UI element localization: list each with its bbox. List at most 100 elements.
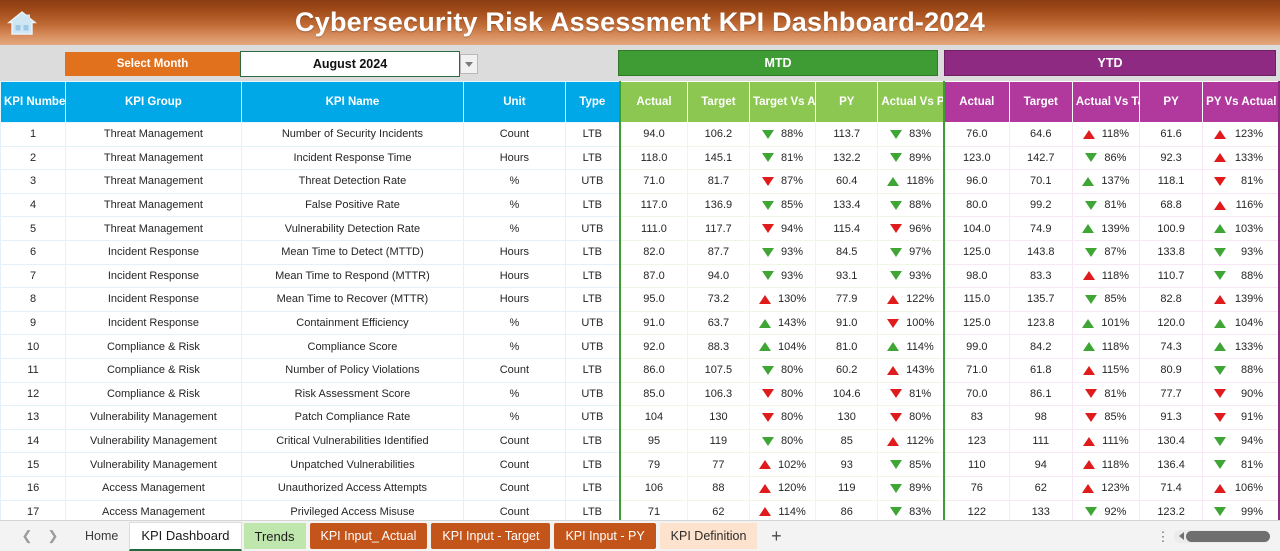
cell-ytd-target: 135.7: [1008, 287, 1073, 312]
cell-mtd-target-vs-actual: 94%: [748, 216, 817, 241]
scroll-left-cap: [1179, 532, 1184, 540]
cell-ytd-py-vs-actual: 104%: [1202, 310, 1280, 336]
col-ytd-py-vs-actual[interactable]: PY Vs Actual: [1202, 81, 1280, 123]
cell-mtd-target-vs-actual: 130%: [748, 287, 817, 312]
cell-ytd-actual: 104.0: [942, 216, 1010, 241]
add-sheet-button[interactable]: +: [759, 526, 793, 547]
variance-value: 85%: [781, 199, 804, 212]
cell-unit: %: [463, 381, 566, 407]
cell-mtd-actual-vs-py: 88%: [877, 192, 945, 218]
triangle-down-icon: [1214, 247, 1227, 257]
home-button[interactable]: [0, 0, 44, 45]
col-kpi-group[interactable]: KPI Group: [65, 81, 242, 123]
triangle-down-icon: [1085, 412, 1098, 422]
triangle-down-icon: [762, 247, 775, 257]
triangle-up-icon: [759, 342, 771, 352]
cell-mtd-actual: 92.0: [619, 334, 688, 359]
cell-mtd-py: 84.5: [815, 239, 879, 265]
variance-value: 143%: [906, 364, 935, 377]
cell-mtd-py: 77.9: [815, 287, 879, 312]
col-mtd-actual-vs-py[interactable]: Actual Vs PY: [877, 81, 945, 123]
triangle-up-icon: [887, 294, 900, 304]
cell-kpi-group: Vulnerability Management: [65, 405, 242, 430]
scrollbar-thumb[interactable]: [1186, 530, 1270, 542]
cell-ytd-py: 100.9: [1138, 216, 1204, 241]
variance-value: 99%: [1240, 505, 1263, 518]
col-unit[interactable]: Unit: [463, 81, 566, 123]
col-ytd-actual-vs-target[interactable]: Actual Vs Target: [1071, 81, 1141, 123]
variance-value: 90%: [1240, 387, 1263, 400]
month-dropdown-button[interactable]: [460, 54, 478, 74]
col-ytd-actual[interactable]: Actual: [942, 81, 1010, 123]
variance-value: 93%: [781, 269, 804, 282]
cell-ytd-actual: 99.0: [942, 334, 1010, 359]
col-kpi-name[interactable]: KPI Name: [240, 81, 465, 123]
cell-kpi-name: Number of Security Incidents: [240, 122, 465, 147]
cell-ytd-target: 143.8: [1008, 239, 1073, 265]
triangle-up-icon: [887, 342, 900, 352]
cell-kpi-number: 15: [0, 452, 67, 477]
cell-type: LTB: [564, 192, 621, 218]
col-mtd-target-vs-actual[interactable]: Target Vs Actual: [748, 81, 817, 123]
sheet-tab-kpi-input-actual[interactable]: KPI Input_ Actual: [309, 523, 428, 549]
col-ytd-py[interactable]: PY: [1138, 81, 1204, 123]
variance-value: 81%: [909, 387, 932, 400]
cell-ytd-actual-vs-target: 86%: [1071, 145, 1141, 171]
cell-mtd-target: 106.2: [686, 122, 750, 147]
col-mtd-actual[interactable]: Actual: [619, 81, 688, 123]
cell-kpi-number: 4: [0, 192, 67, 218]
cell-type: UTB: [564, 405, 621, 430]
triangle-down-icon: [762, 129, 775, 139]
sheet-tab-kpi-dashboard[interactable]: KPI Dashboard: [129, 521, 242, 551]
triangle-up-icon: [1082, 342, 1095, 352]
sheet-tab-home[interactable]: Home: [74, 523, 129, 549]
cell-ytd-actual-vs-target: 81%: [1071, 192, 1141, 218]
prev-sheet-button[interactable]: ❮: [14, 525, 40, 547]
variance-value: 102%: [778, 458, 807, 471]
horizontal-scrollbar[interactable]: [1174, 529, 1270, 543]
page-title: Cybersecurity Risk Assessment KPI Dashbo…: [295, 7, 985, 37]
triangle-up-icon: [759, 483, 771, 493]
col-mtd-target[interactable]: Target: [686, 81, 750, 123]
triangle-up-icon: [887, 176, 900, 186]
sheet-tab-kpi-input-target[interactable]: KPI Input - Target: [431, 523, 551, 549]
cell-ytd-actual-vs-target: 118%: [1071, 122, 1141, 147]
sheet-tabs: Home KPI Dashboard Trends KPI Input_ Actual…: [74, 521, 759, 551]
triangle-down-icon: [890, 271, 903, 281]
cell-kpi-group: Access Management: [65, 475, 242, 501]
cell-mtd-actual: 87.0: [619, 263, 688, 289]
more-vertical-icon[interactable]: ⋮: [1152, 530, 1174, 543]
variance-value: 85%: [909, 458, 932, 471]
table-row: 16 Access Management Unauthorized Access A…: [0, 475, 1280, 501]
triangle-up-icon: [759, 318, 771, 328]
cell-mtd-target-vs-actual: 87%: [748, 169, 817, 194]
col-ytd-target[interactable]: Target: [1008, 81, 1073, 123]
variance-value: 118%: [1101, 269, 1130, 282]
cell-unit: Count: [463, 428, 566, 454]
col-type[interactable]: Type: [564, 81, 621, 123]
table-row: 5 Threat Management Vulnerability Detectio…: [0, 216, 1280, 241]
month-select-input[interactable]: August 2024: [240, 51, 460, 77]
sheet-tab-kpi-definition[interactable]: KPI Definition: [659, 523, 758, 549]
cell-kpi-name: Patch Compliance Rate: [240, 405, 465, 430]
cell-mtd-actual-vs-py: 85%: [877, 452, 945, 477]
triangle-up-icon: [887, 365, 900, 375]
table-row: 10 Compliance & Risk Compliance Score% UTB 9…: [0, 334, 1280, 359]
sheet-tab-trends[interactable]: Trends: [243, 523, 306, 549]
cell-mtd-actual-vs-py: 96%: [877, 216, 945, 241]
cell-mtd-target-vs-actual: 104%: [748, 334, 817, 359]
next-sheet-button[interactable]: ❯: [40, 525, 66, 547]
col-kpi-number[interactable]: KPI Number: [0, 81, 67, 123]
variance-value: 81%: [1104, 387, 1127, 400]
triangle-down-icon: [762, 412, 775, 422]
cell-ytd-target: 74.9: [1008, 216, 1073, 241]
variance-value: 83%: [909, 505, 932, 518]
col-mtd-py[interactable]: PY: [815, 81, 879, 123]
cell-kpi-group: Vulnerability Management: [65, 452, 242, 477]
cell-mtd-actual-vs-py: 93%: [877, 263, 945, 289]
cell-type: LTB: [564, 263, 621, 289]
cell-ytd-py: 80.9: [1138, 357, 1204, 383]
sheet-tab-kpi-input-py[interactable]: KPI Input - PY: [554, 523, 656, 549]
cell-mtd-actual: 95.0: [619, 287, 688, 312]
cell-type: UTB: [564, 381, 621, 407]
